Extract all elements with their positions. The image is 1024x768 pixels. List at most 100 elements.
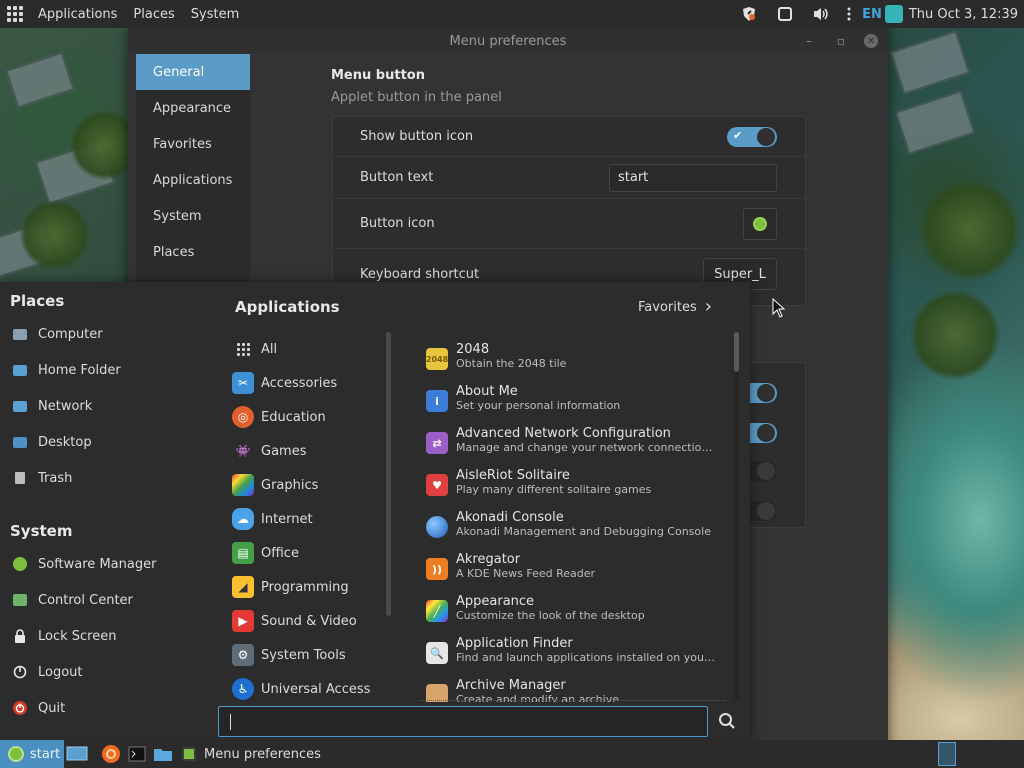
app-name: 2048 <box>456 342 490 357</box>
app-name: Archive Manager <box>456 678 566 693</box>
close-icon[interactable]: ✕ <box>864 34 878 48</box>
category-education[interactable]: ◎ Education <box>232 400 392 434</box>
sidebar-item-system[interactable]: System <box>136 198 250 234</box>
info-icon: i <box>426 390 448 412</box>
setting-toggle-1[interactable] <box>749 383 777 403</box>
search-icon[interactable] <box>718 712 736 730</box>
volume-icon[interactable] <box>803 0 839 28</box>
application-scrollbar[interactable] <box>734 332 739 700</box>
appearance-brush-icon: ╱ <box>426 600 448 622</box>
system-software-manager[interactable]: Software Manager <box>10 546 210 582</box>
workspace-switcher[interactable] <box>938 742 956 766</box>
sidebar-item-general[interactable]: General <box>136 54 250 90</box>
place-home-folder[interactable]: Home Folder <box>10 352 210 388</box>
maximize-icon[interactable]: ▫ <box>832 32 850 50</box>
section-title: Menu button <box>331 68 425 83</box>
category-all-label: All <box>261 341 278 357</box>
top-menu-applications[interactable]: Applications <box>30 7 125 22</box>
app-archive-manager[interactable]: Archive Manager Create and modify an arch… <box>420 672 720 702</box>
firefox-icon[interactable] <box>98 740 124 768</box>
keyboard-layout-indicator[interactable]: EN <box>859 7 885 22</box>
notifications-icon[interactable] <box>767 0 803 28</box>
window-titlebar[interactable]: Menu preferences – ▫ ✕ <box>128 28 888 54</box>
check-icon: ✔ <box>733 128 743 142</box>
category-games[interactable]: 👾 Games <box>232 434 392 468</box>
app-application-finder[interactable]: 🔍 Application Finder Find and launch appl… <box>420 630 720 672</box>
app-desc: Set your personal information <box>456 399 621 412</box>
rss-feed-icon: )) <box>426 558 448 580</box>
shield-update-icon[interactable] <box>731 0 767 28</box>
app-akregator[interactable]: )) Akregator A KDE News Feed Reader <box>420 546 720 588</box>
category-programming-label: Programming <box>261 579 349 595</box>
app-2048[interactable]: 2048 2048 Obtain the 2048 tile <box>420 336 720 378</box>
system-logout[interactable]: Logout <box>10 654 210 690</box>
place-network-label: Network <box>38 398 93 414</box>
app-advanced-network-configuration[interactable]: ⇄ Advanced Network Configuration Manage a… <box>420 420 720 462</box>
app-grid-icon[interactable] <box>0 0 30 28</box>
top-menu-places[interactable]: Places <box>125 7 182 22</box>
place-computer[interactable]: Computer <box>10 316 210 352</box>
row-button-text: Button text start <box>333 157 805 199</box>
system-control-center[interactable]: Control Center <box>10 582 210 618</box>
terminal-icon[interactable] <box>124 740 150 768</box>
place-trash[interactable]: Trash <box>10 460 210 496</box>
task-menu-preferences[interactable]: Menu preferences <box>176 747 321 762</box>
app-appearance[interactable]: ╱ Appearance Customize the look of the de… <box>420 588 720 630</box>
file-manager-icon[interactable] <box>150 740 176 768</box>
category-sound-video[interactable]: ▶ Sound & Video <box>232 604 392 638</box>
place-network[interactable]: Network <box>10 388 210 424</box>
start-button[interactable]: start <box>0 740 64 768</box>
clock[interactable]: Thu Oct 3, 12:39 <box>909 7 1024 22</box>
minimize-icon[interactable]: – <box>800 32 818 50</box>
more-vertical-icon[interactable] <box>839 0 859 28</box>
category-system-tools[interactable]: ⚙ System Tools <box>232 638 392 672</box>
setting-toggle-3[interactable] <box>749 461 777 481</box>
button-text-input[interactable]: start <box>609 163 777 192</box>
system-quit[interactable]: Quit <box>10 690 210 726</box>
sidebar-item-appearance[interactable]: Appearance <box>136 90 250 126</box>
show-desktop-icon[interactable] <box>64 740 90 768</box>
category-internet[interactable]: ☁ Internet <box>232 502 392 536</box>
sidebar-item-applications[interactable]: Applications <box>136 162 250 198</box>
button-icon-picker[interactable] <box>743 207 777 240</box>
app-about-me[interactable]: i About Me Set your personal information <box>420 378 720 420</box>
app-name: Advanced Network Configuration <box>456 426 671 441</box>
category-graphics[interactable]: Graphics <box>232 468 392 502</box>
menu-button-settings: Show button icon ✔ Button text start But… <box>332 116 806 306</box>
app-akonadi-console[interactable]: Akonadi Console Akonadi Management and De… <box>420 504 720 546</box>
games-icon: 👾 <box>232 440 254 462</box>
education-icon: ◎ <box>232 406 254 428</box>
category-office[interactable]: ▤ Office <box>232 536 392 570</box>
category-universal-access[interactable]: ♿ Universal Access <box>232 672 392 702</box>
app-desc: Find and launch applications installed o… <box>456 651 718 664</box>
sidebar-item-places[interactable]: Places <box>136 234 250 270</box>
text-caret <box>230 714 231 730</box>
start-button-label: start <box>30 746 61 762</box>
sound-video-icon: ▶ <box>232 610 254 632</box>
app-desc: Akonadi Management and Debugging Console <box>456 525 711 538</box>
network-folder-icon <box>10 396 30 416</box>
search-input[interactable] <box>218 706 708 737</box>
favorites-button[interactable]: Favorites › <box>638 298 712 316</box>
setting-toggle-4[interactable] <box>749 501 777 521</box>
sidebar-item-favorites[interactable]: Favorites <box>136 126 250 162</box>
app-aisleriot-solitaire[interactable]: ♥ AisleRiot Solitaire Play many different… <box>420 462 720 504</box>
category-accessories[interactable]: ✂ Accessories <box>232 366 392 400</box>
setting-toggle-2[interactable] <box>749 423 777 443</box>
category-all[interactable]: All <box>232 332 392 366</box>
category-games-label: Games <box>261 443 307 459</box>
akonadi-globe-icon <box>426 516 448 538</box>
show-button-icon-toggle[interactable]: ✔ <box>727 126 777 147</box>
keyboard-icon[interactable] <box>884 5 903 23</box>
trash-icon <box>10 468 30 488</box>
lock-icon <box>10 626 30 646</box>
place-desktop[interactable]: Desktop <box>10 424 210 460</box>
category-graphics-label: Graphics <box>261 477 319 493</box>
top-panel: Applications Places System EN Thu Oct 3,… <box>0 0 1024 28</box>
category-office-label: Office <box>261 545 299 561</box>
category-scrollbar[interactable] <box>386 332 391 616</box>
top-menu-system[interactable]: System <box>183 7 247 22</box>
button-icon-label: Button icon <box>360 216 435 231</box>
category-programming[interactable]: ◢ Programming <box>232 570 392 604</box>
system-lock-screen[interactable]: Lock Screen <box>10 618 210 654</box>
